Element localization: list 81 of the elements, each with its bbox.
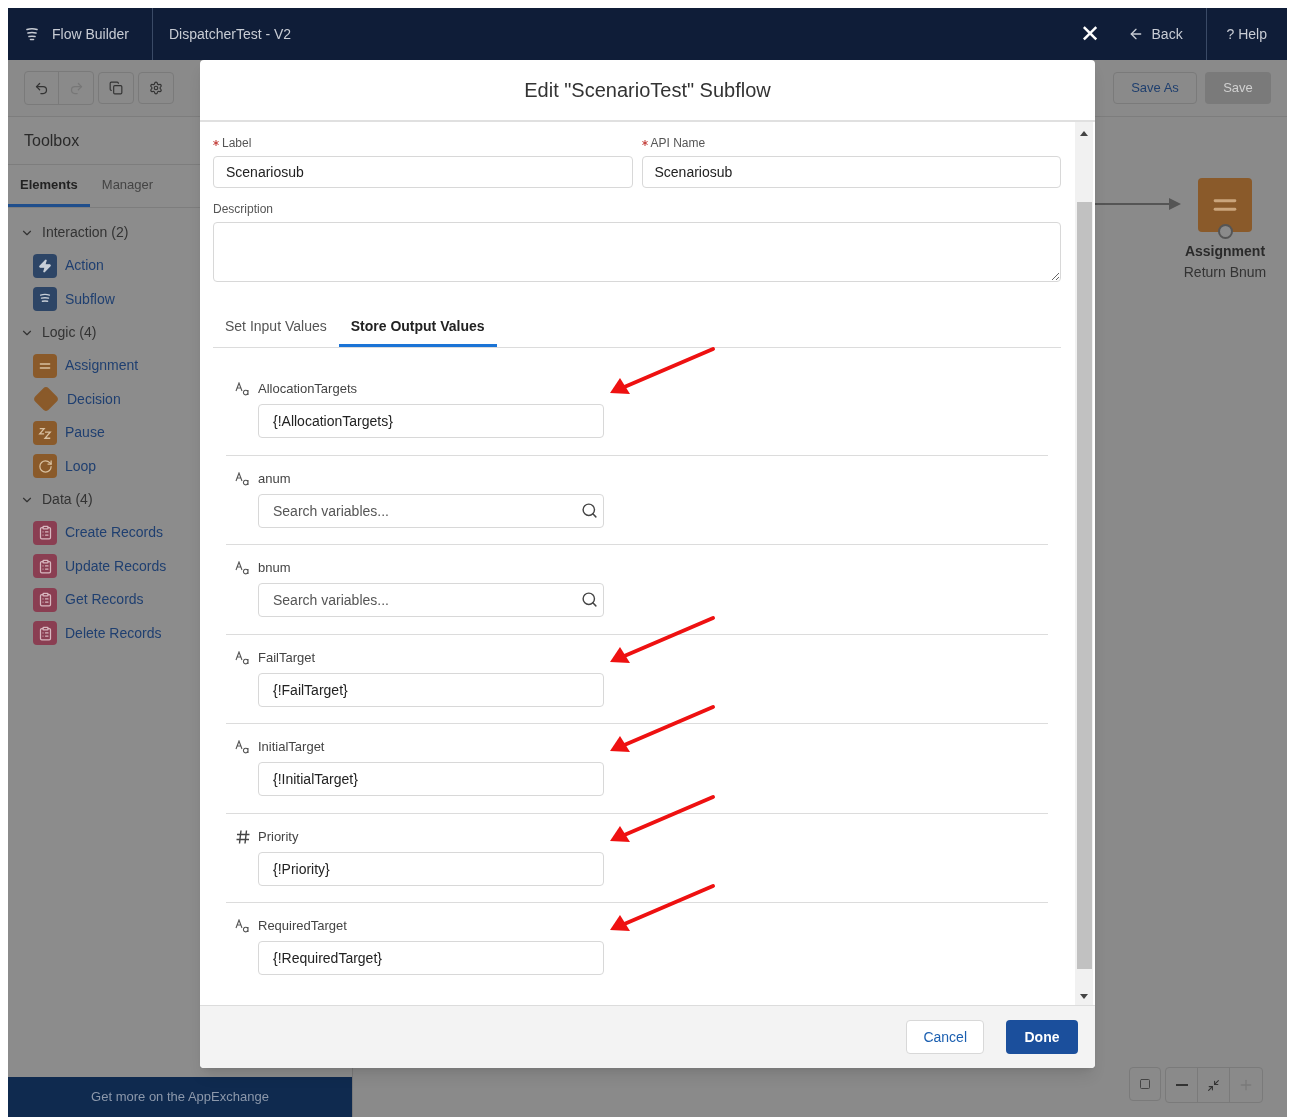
dialog-title: Edit "ScenarioTest" Subflow [524,78,771,103]
section-header[interactable]: Interaction (2) [20,216,129,249]
toolbox-item[interactable]: Update Records [65,555,167,577]
text-field[interactable]: Scenariosub [213,156,633,188]
flow-name: DispatcherTest - V2 [169,24,292,44]
sleep-icon [33,420,57,445]
help-button[interactable]: ? Help [1206,8,1287,60]
output-label: RequiredTarget [258,917,347,936]
output-label: Priority [258,827,299,846]
value-field[interactable]: {!AllocationTargets} [258,404,604,438]
section-header[interactable]: Logic (4) [20,316,97,349]
field-label: Label [222,135,252,152]
output-label: FailTarget [258,648,316,667]
field-label: API Name [650,135,706,152]
toolbox-item[interactable]: Get Records [65,589,144,611]
app-name: Flow Builder [52,24,130,44]
scrollbar[interactable] [1075,122,1093,1005]
text-type-icon [235,740,251,754]
clipboard-icon [33,554,57,579]
value-field[interactable]: {!Priority} [258,851,604,886]
toolbox-tab[interactable]: Elements [8,165,90,207]
save-as-button[interactable]: Save As [1113,72,1197,104]
text-type-icon [235,382,251,396]
dialog-tab[interactable]: Set Input Values [213,308,339,347]
copy-icon [109,81,123,95]
output-label: AllocationTargets [258,380,357,399]
copy-button[interactable] [98,72,134,104]
toolbox-item[interactable]: Pause [65,422,105,444]
search-icon [581,591,598,608]
settings-button[interactable] [138,72,174,104]
node-title: Assignment [1184,242,1266,261]
toolbox-item[interactable]: Create Records [65,522,164,544]
toolbox-item[interactable]: Decision [67,388,121,410]
toolbox-item[interactable]: Assignment [65,355,139,377]
toolbox-item[interactable]: Action [65,255,104,277]
dialog-tab[interactable]: Store Output Values [338,308,497,347]
value-field[interactable]: {!InitialTarget} [258,762,604,796]
clipboard-icon [33,621,57,646]
back-button[interactable]: Back [1111,8,1207,60]
toolbox-tab[interactable]: Manager [89,165,166,207]
description-field[interactable] [213,222,1061,282]
flow-icon [33,287,57,312]
search-field[interactable]: Search variables... [258,583,604,617]
hash-icon [235,828,251,845]
toolbox-item[interactable]: Loop [65,455,97,477]
square-icon [1139,1078,1151,1090]
text-type-icon [235,650,251,665]
close-button[interactable]: ✕ [1071,8,1108,60]
text-type-icon [235,561,251,575]
toolbox-item[interactable]: Subflow [65,288,115,310]
value-field[interactable]: {!RequiredTarget} [258,941,604,975]
cancel-button[interactable]: Cancel [906,1020,984,1054]
settings-icon [149,81,163,95]
field-label: Description [213,201,275,218]
text-type-icon [235,471,251,486]
assignment-node[interactable] [1198,178,1252,232]
flow-icon [24,26,40,42]
appexchange-bar[interactable]: Get more on the AppExchange [8,1077,352,1117]
collapse-arrows-icon [1207,1078,1220,1092]
text-type-icon [235,919,251,933]
clipboard-icon [33,587,57,612]
node-subtitle: Return Bnum [1183,263,1267,282]
toolbox-title: Toolbox [24,130,80,151]
value-field[interactable]: {!FailTarget} [258,672,604,707]
section-header[interactable]: Data (4) [20,483,93,516]
equals-icon [33,353,57,378]
toolbox-item[interactable]: Delete Records [65,622,162,644]
undo-icon [34,80,49,96]
output-label: InitialTarget [258,738,325,757]
text-field[interactable]: Scenariosub [641,156,1061,188]
fit-button[interactable] [1129,1067,1161,1101]
search-field[interactable]: Search variables... [258,493,604,528]
clipboard-icon [33,520,57,545]
output-label: anum [258,469,291,488]
lightning-icon [33,253,57,278]
minus-icon [1175,1084,1188,1086]
loop-icon [33,454,57,479]
output-label: bnum [258,559,291,578]
done-button[interactable]: Done [1006,1020,1078,1054]
search-icon [581,501,598,519]
diamond-icon [33,386,59,413]
